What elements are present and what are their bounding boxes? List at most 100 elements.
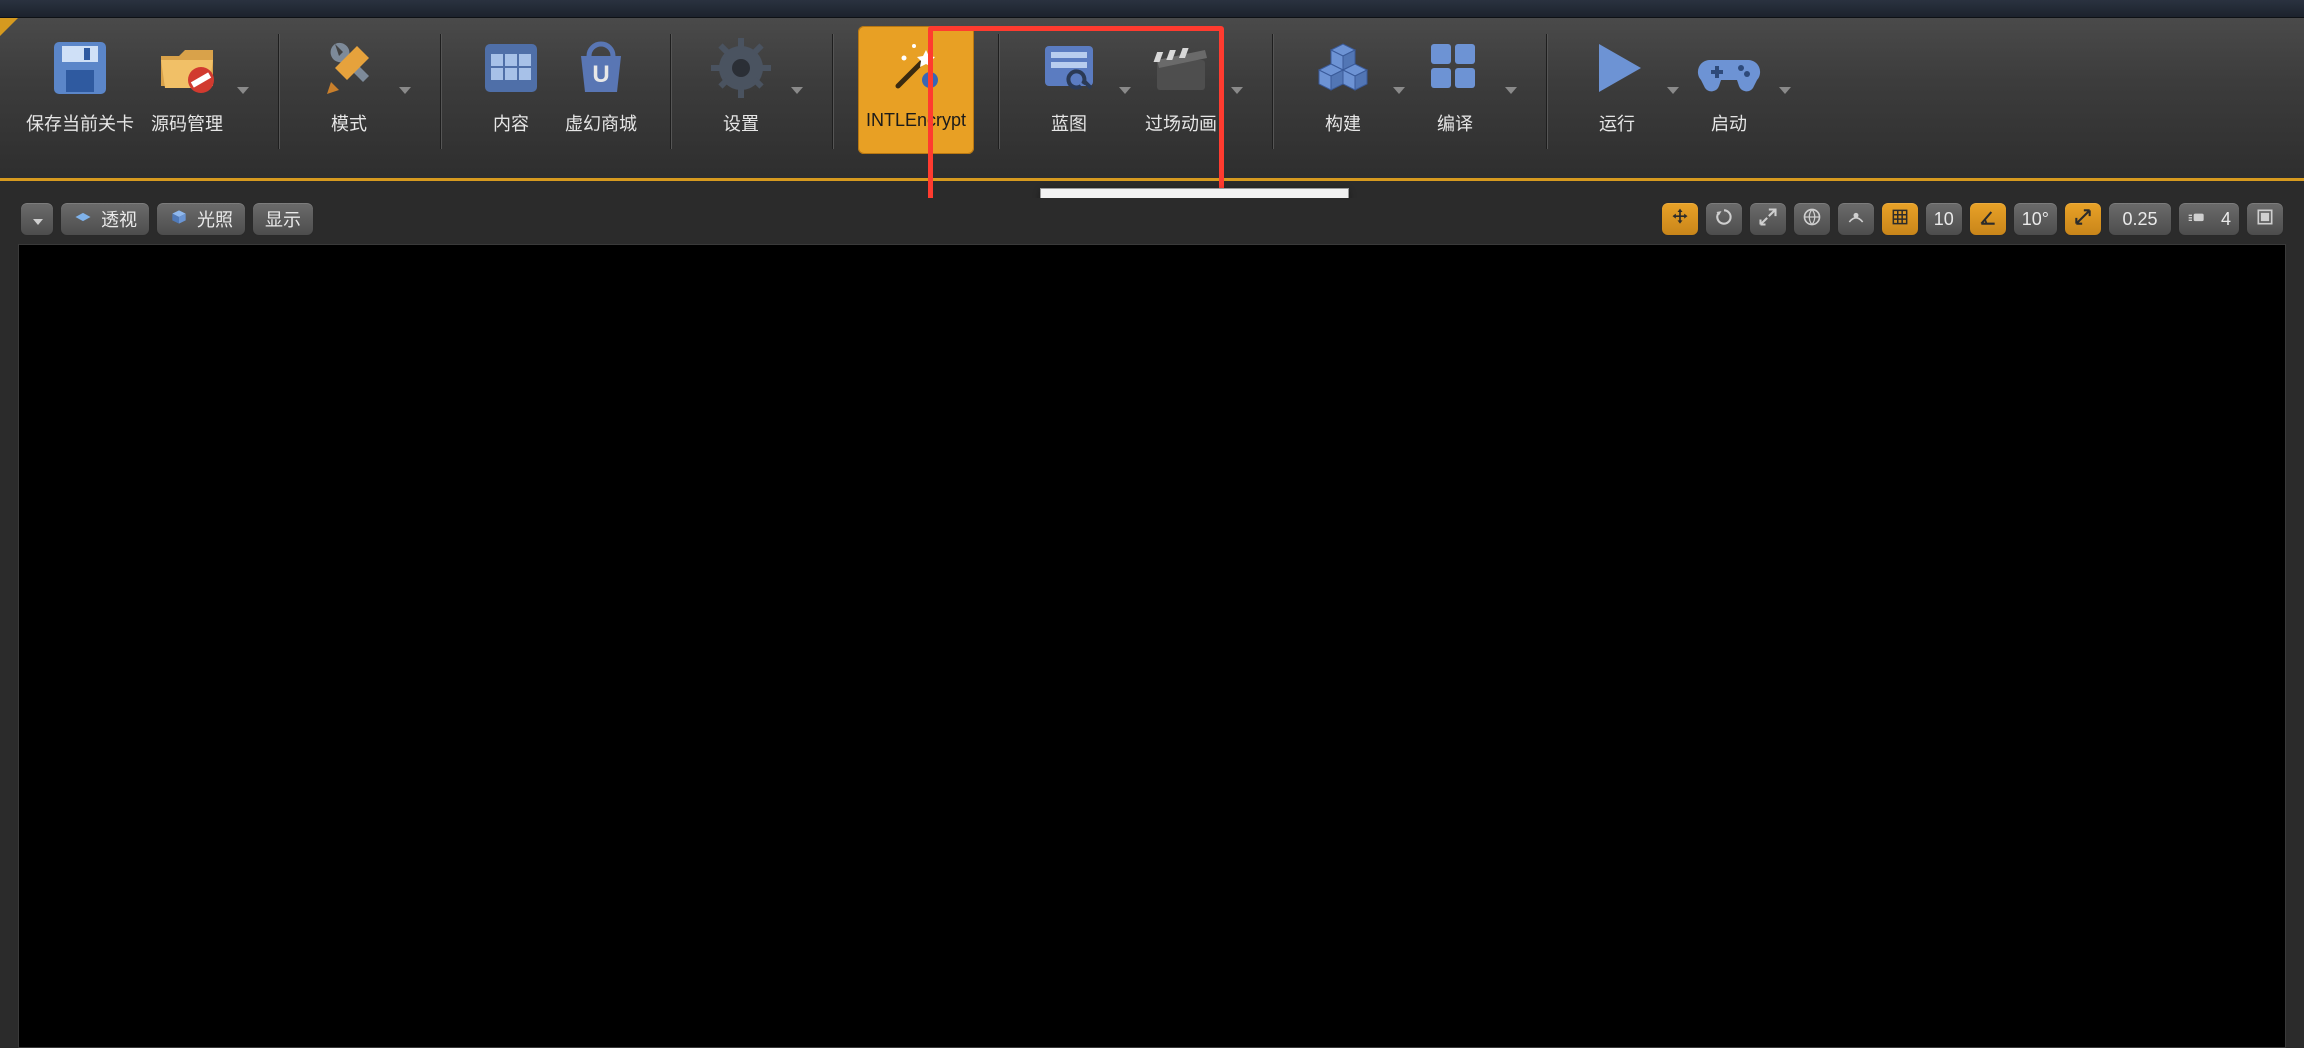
toolbar-group-settings: 设置 — [696, 26, 808, 178]
camera-speed-icon — [2187, 207, 2207, 232]
toolbar-separator — [670, 34, 672, 149]
toolbar-group-modes: 模式 — [304, 26, 416, 178]
toolbar-group-bp: 蓝图 过场动画 — [1024, 26, 1248, 178]
grid-snap-value-text: 10 — [1934, 209, 1954, 230]
toolbar-group-file: 保存当前关卡 源码管理 — [18, 26, 254, 178]
toolbar-group-play: 运行 启动 — [1572, 26, 1796, 178]
blueprint-dropdown[interactable] — [1114, 26, 1136, 154]
compile-button[interactable]: 编译 — [1410, 26, 1500, 154]
play-icon — [1581, 32, 1653, 104]
save-button[interactable]: 保存当前关卡 — [18, 26, 142, 154]
grid-icon — [1890, 207, 1910, 232]
cinematics-label: 过场动画 — [1145, 110, 1217, 136]
toolbar-separator — [440, 34, 442, 149]
scale-snap-icon — [2073, 207, 2093, 232]
content-label: 内容 — [493, 110, 529, 136]
grid-snap-value[interactable]: 10 — [1925, 202, 1963, 236]
transform-move-button[interactable] — [1661, 202, 1699, 236]
folder-blocked-icon — [151, 32, 223, 104]
settings-label: 设置 — [723, 110, 759, 136]
angle-snap-value-text: 10° — [2022, 209, 2049, 230]
lighting-button[interactable]: 光照 — [156, 202, 246, 236]
play-dropdown[interactable] — [1662, 26, 1684, 154]
camera-speed-value-text: 4 — [2221, 209, 2231, 230]
toolbar-separator — [998, 34, 1000, 149]
maximize-icon — [2255, 207, 2275, 232]
launch-button[interactable]: 启动 — [1684, 26, 1774, 154]
settings-dropdown[interactable] — [786, 26, 808, 154]
grid-window-icon — [475, 32, 547, 104]
intlencrypt-label: INTLEncrypt — [866, 110, 966, 131]
coordinate-space-button[interactable] — [1793, 202, 1831, 236]
maximize-viewport-button[interactable] — [2246, 202, 2284, 236]
lit-cube-icon — [169, 207, 189, 232]
build-label: 构建 — [1325, 110, 1361, 136]
angle-snap-toggle[interactable] — [1969, 202, 2007, 236]
source-control-label: 源码管理 — [151, 110, 223, 136]
magic-wand-icon — [880, 32, 952, 104]
rotate-icon — [1714, 207, 1734, 232]
gear-icon — [705, 32, 777, 104]
content-button[interactable]: 内容 — [466, 26, 556, 154]
viewport-toolbar: 透视 光照 显示 — [18, 198, 2286, 240]
lighting-label: 光照 — [197, 206, 233, 232]
angle-icon — [1978, 207, 1998, 232]
toolbar-separator — [832, 34, 834, 149]
blueprint-icon — [1033, 32, 1105, 104]
wrench-pencil-icon — [313, 32, 385, 104]
transform-scale-button[interactable] — [1749, 202, 1787, 236]
save-label: 保存当前关卡 — [26, 110, 134, 136]
scale-snap-value[interactable]: 0.25 — [2108, 202, 2172, 236]
eye-cube-icon — [73, 207, 93, 232]
launch-label: 启动 — [1711, 110, 1747, 136]
cinematics-button[interactable]: 过场动画 — [1136, 26, 1226, 154]
toolbar-group-build: 构建 编译 — [1298, 26, 1522, 178]
surface-snap-button[interactable] — [1837, 202, 1875, 236]
angle-snap-value[interactable]: 10° — [2013, 202, 2058, 236]
launch-dropdown[interactable] — [1774, 26, 1796, 154]
build-dropdown[interactable] — [1388, 26, 1410, 154]
build-button[interactable]: 构建 — [1298, 26, 1388, 154]
settings-button[interactable]: 设置 — [696, 26, 786, 154]
title-bar — [0, 0, 2304, 18]
blueprint-label: 蓝图 — [1051, 110, 1087, 136]
viewport-toolbar-right: 10 10° 0.25 — [1661, 202, 2284, 236]
app-root: 保存当前关卡 源码管理 模式 — [0, 0, 2304, 1048]
floppy-icon — [44, 32, 116, 104]
transform-rotate-button[interactable] — [1705, 202, 1743, 236]
viewport-options-dropdown[interactable] — [20, 202, 54, 236]
scale-icon — [1758, 207, 1778, 232]
blocks-icon — [1419, 32, 1491, 104]
chevron-down-icon — [31, 209, 43, 230]
play-label: 运行 — [1599, 110, 1635, 136]
cubes-icon — [1307, 32, 1379, 104]
modes-label: 模式 — [331, 110, 367, 136]
modes-button[interactable]: 模式 — [304, 26, 394, 154]
play-button[interactable]: 运行 — [1572, 26, 1662, 154]
gamepad-icon — [1693, 32, 1765, 104]
compile-label: 编译 — [1437, 110, 1473, 136]
move-arrows-icon — [1670, 207, 1690, 232]
main-toolbar: 保存当前关卡 源码管理 模式 — [0, 18, 2304, 178]
clapperboard-icon — [1145, 32, 1217, 104]
intlencrypt-button[interactable]: INTLEncrypt — [858, 26, 974, 154]
toolbar-separator — [1546, 34, 1548, 149]
marketplace-button[interactable]: U 虚幻商城 — [556, 26, 646, 154]
cinematics-dropdown[interactable] — [1226, 26, 1248, 154]
level-viewport[interactable] — [18, 244, 2286, 1048]
scale-snap-value-text: 0.25 — [2122, 209, 2157, 230]
show-label: 显示 — [265, 206, 301, 232]
source-control-button[interactable]: 源码管理 — [142, 26, 232, 154]
modes-dropdown[interactable] — [394, 26, 416, 154]
source-control-dropdown[interactable] — [232, 26, 254, 154]
blueprint-button[interactable]: 蓝图 — [1024, 26, 1114, 154]
camera-speed-button[interactable]: 4 — [2178, 202, 2240, 236]
grid-snap-toggle[interactable] — [1881, 202, 1919, 236]
scale-snap-toggle[interactable] — [2064, 202, 2102, 236]
svg-text:U: U — [592, 61, 609, 88]
marketplace-label: 虚幻商城 — [565, 110, 637, 136]
compile-dropdown[interactable] — [1500, 26, 1522, 154]
perspective-button[interactable]: 透视 — [60, 202, 150, 236]
show-button[interactable]: 显示 — [252, 202, 314, 236]
toolbar-separator — [278, 34, 280, 149]
